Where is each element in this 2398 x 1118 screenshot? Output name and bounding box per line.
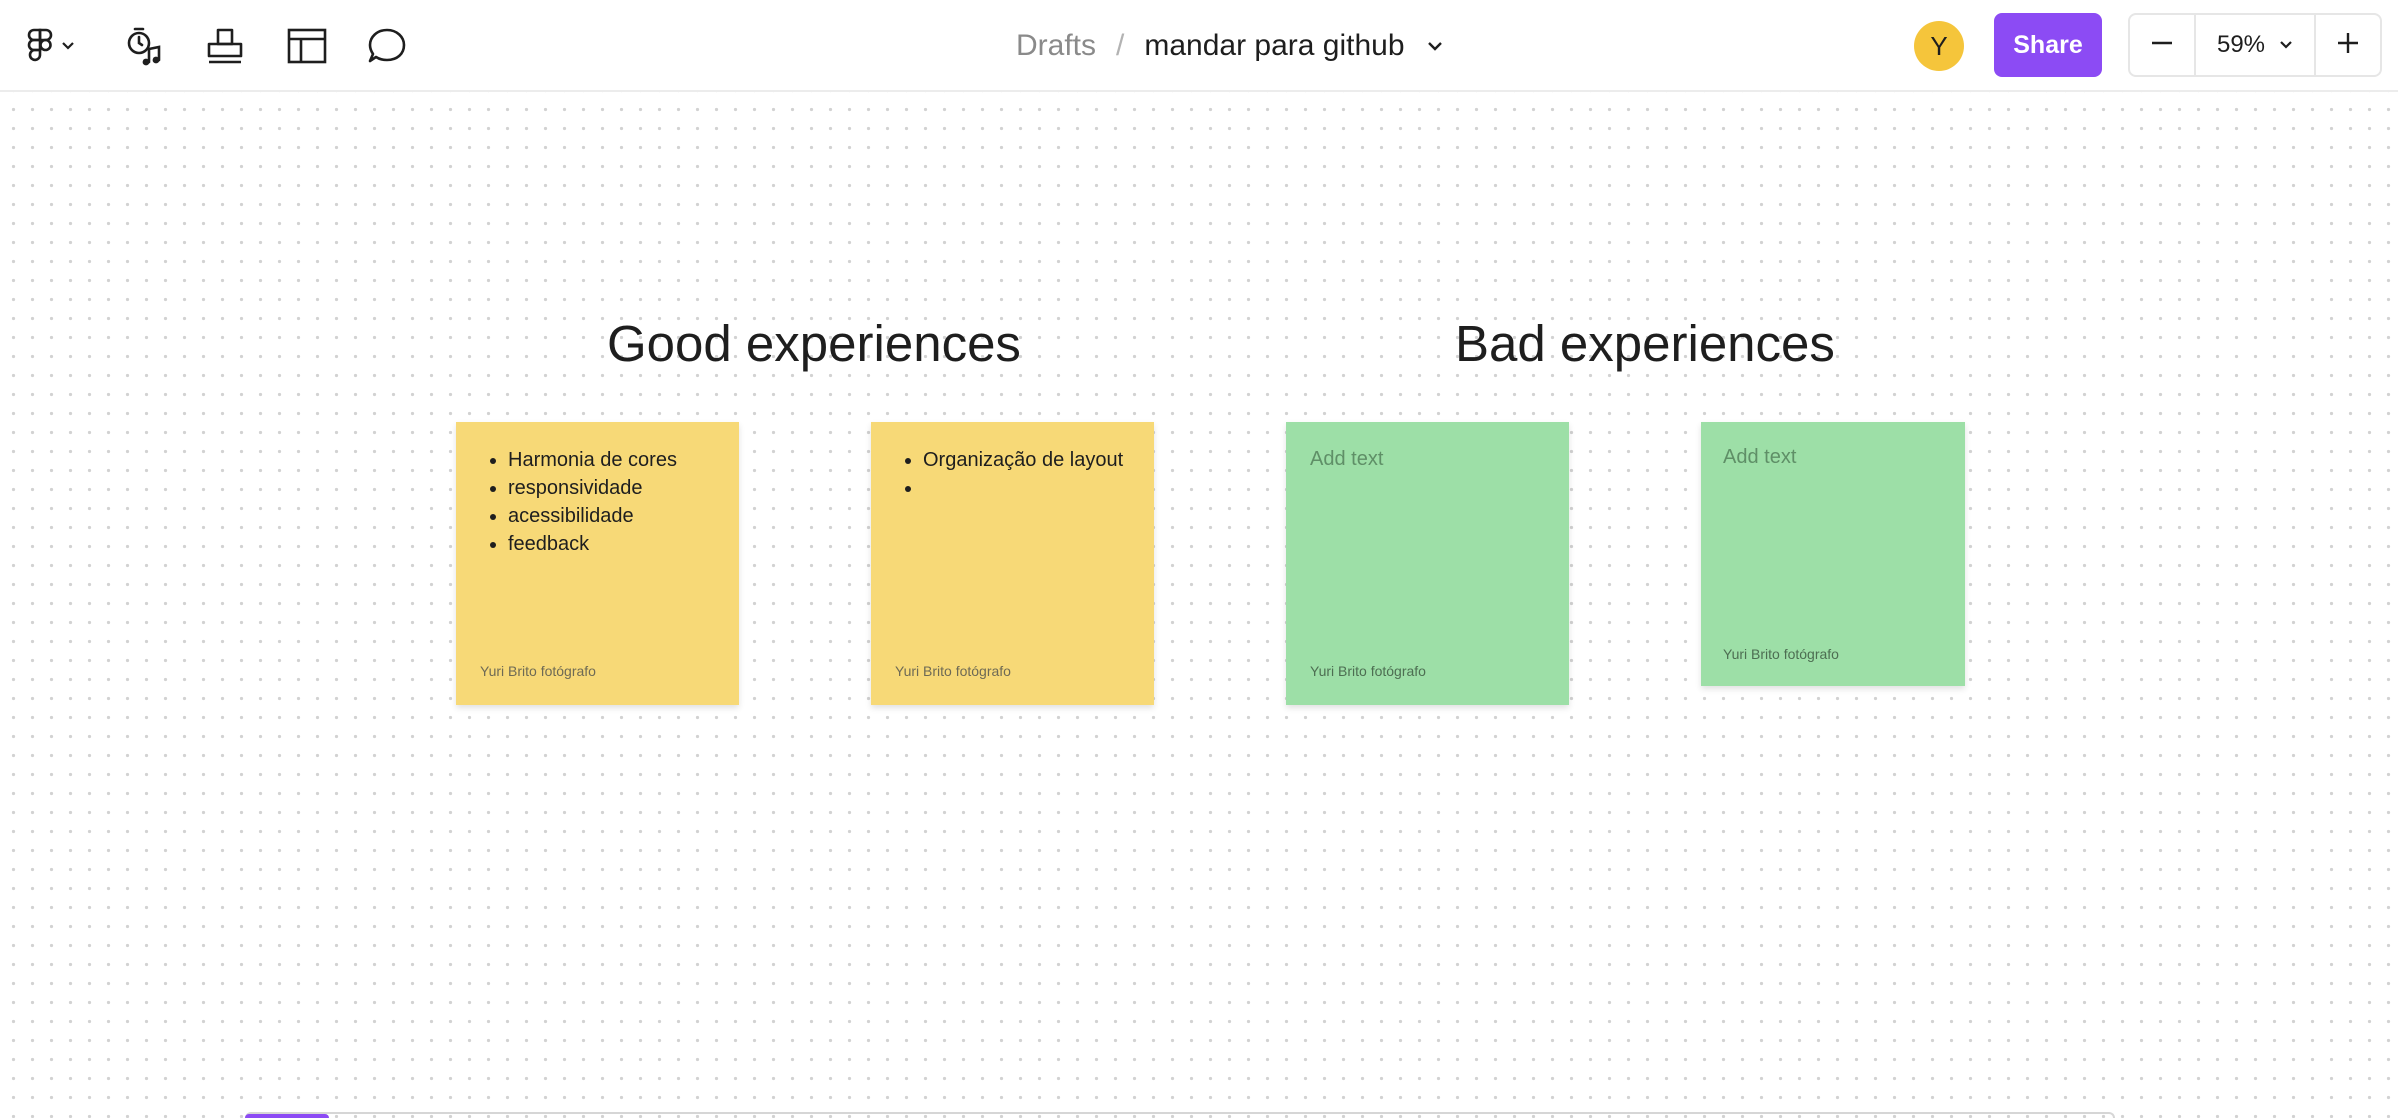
- list-item: Organização de layout: [923, 446, 1146, 474]
- share-button[interactable]: Share: [1994, 13, 2102, 77]
- sticky-note[interactable]: Organização de layout Yuri Brito fotógra…: [871, 422, 1154, 705]
- plus-icon: [2336, 31, 2360, 60]
- sticky-note[interactable]: Harmonia de cores responsividade acessib…: [456, 422, 739, 705]
- list-item: acessibilidade: [508, 502, 731, 530]
- sticky-note[interactable]: Add text Yuri Brito fotógrafo: [1286, 422, 1569, 705]
- layout-button[interactable]: [284, 18, 330, 74]
- sticky-note[interactable]: Add text Yuri Brito fotógrafo: [1701, 422, 1965, 686]
- sticky-note-placeholder: Add text: [1723, 446, 1797, 468]
- bad-experiences-title: Bad experiences: [1455, 315, 1835, 372]
- zoom-in-button[interactable]: [2316, 15, 2380, 75]
- stamp-button[interactable]: [202, 18, 248, 74]
- sticky-note-author: Yuri Brito fotógrafo: [895, 663, 1011, 679]
- bottom-scrollbar[interactable]: [245, 1112, 2115, 1118]
- file-name[interactable]: mandar para github: [1144, 29, 1404, 63]
- minus-icon: [2150, 31, 2174, 60]
- sticky-note-list: Organização de layout: [871, 446, 1146, 502]
- zoom-controls: 59%: [2128, 13, 2382, 77]
- zoom-level-value: 59%: [2216, 31, 2266, 58]
- zoom-level-dropdown[interactable]: 59%: [2194, 15, 2316, 75]
- sticky-note-author: Yuri Brito fotógrafo: [1310, 663, 1426, 679]
- list-item: [923, 474, 1146, 502]
- sticky-note-list: Harmonia de cores responsividade acessib…: [456, 446, 731, 558]
- figma-logo-icon: [27, 28, 53, 64]
- chevron-down-icon: [2279, 40, 2293, 50]
- list-item: feedback: [508, 530, 731, 558]
- list-item: responsividade: [508, 474, 731, 502]
- avatar[interactable]: Y: [1914, 21, 1964, 71]
- breadcrumb-separator: /: [1116, 29, 1125, 62]
- layout-template-icon: [287, 28, 327, 64]
- zoom-out-button[interactable]: [2130, 15, 2194, 75]
- timer-music-icon: [123, 25, 163, 67]
- stamp-icon: [205, 26, 245, 66]
- breadcrumb: Drafts / mandar para github: [1016, 22, 1443, 70]
- chevron-down-icon: [61, 41, 75, 51]
- scrollbar-thumb[interactable]: [245, 1114, 329, 1118]
- file-menu-chevron-down-icon[interactable]: [1427, 41, 1443, 51]
- comment-icon: [367, 27, 407, 65]
- sticky-note-author: Yuri Brito fotógrafo: [480, 663, 596, 679]
- sticky-note-author: Yuri Brito fotógrafo: [1723, 646, 1839, 662]
- timer-music-button[interactable]: [118, 18, 168, 74]
- good-experiences-title: Good experiences: [607, 315, 1021, 372]
- breadcrumb-drafts-link[interactable]: Drafts: [1016, 29, 1096, 63]
- list-item: Harmonia de cores: [508, 446, 731, 474]
- main-menu-button[interactable]: [18, 18, 84, 74]
- top-toolbar: Drafts / mandar para github Y Share 59%: [0, 0, 2398, 92]
- whiteboard-canvas[interactable]: Good experiences Bad experiences Harmoni…: [0, 92, 2398, 1118]
- sticky-note-placeholder: Add text: [1310, 448, 1384, 470]
- comment-button[interactable]: [364, 18, 410, 74]
